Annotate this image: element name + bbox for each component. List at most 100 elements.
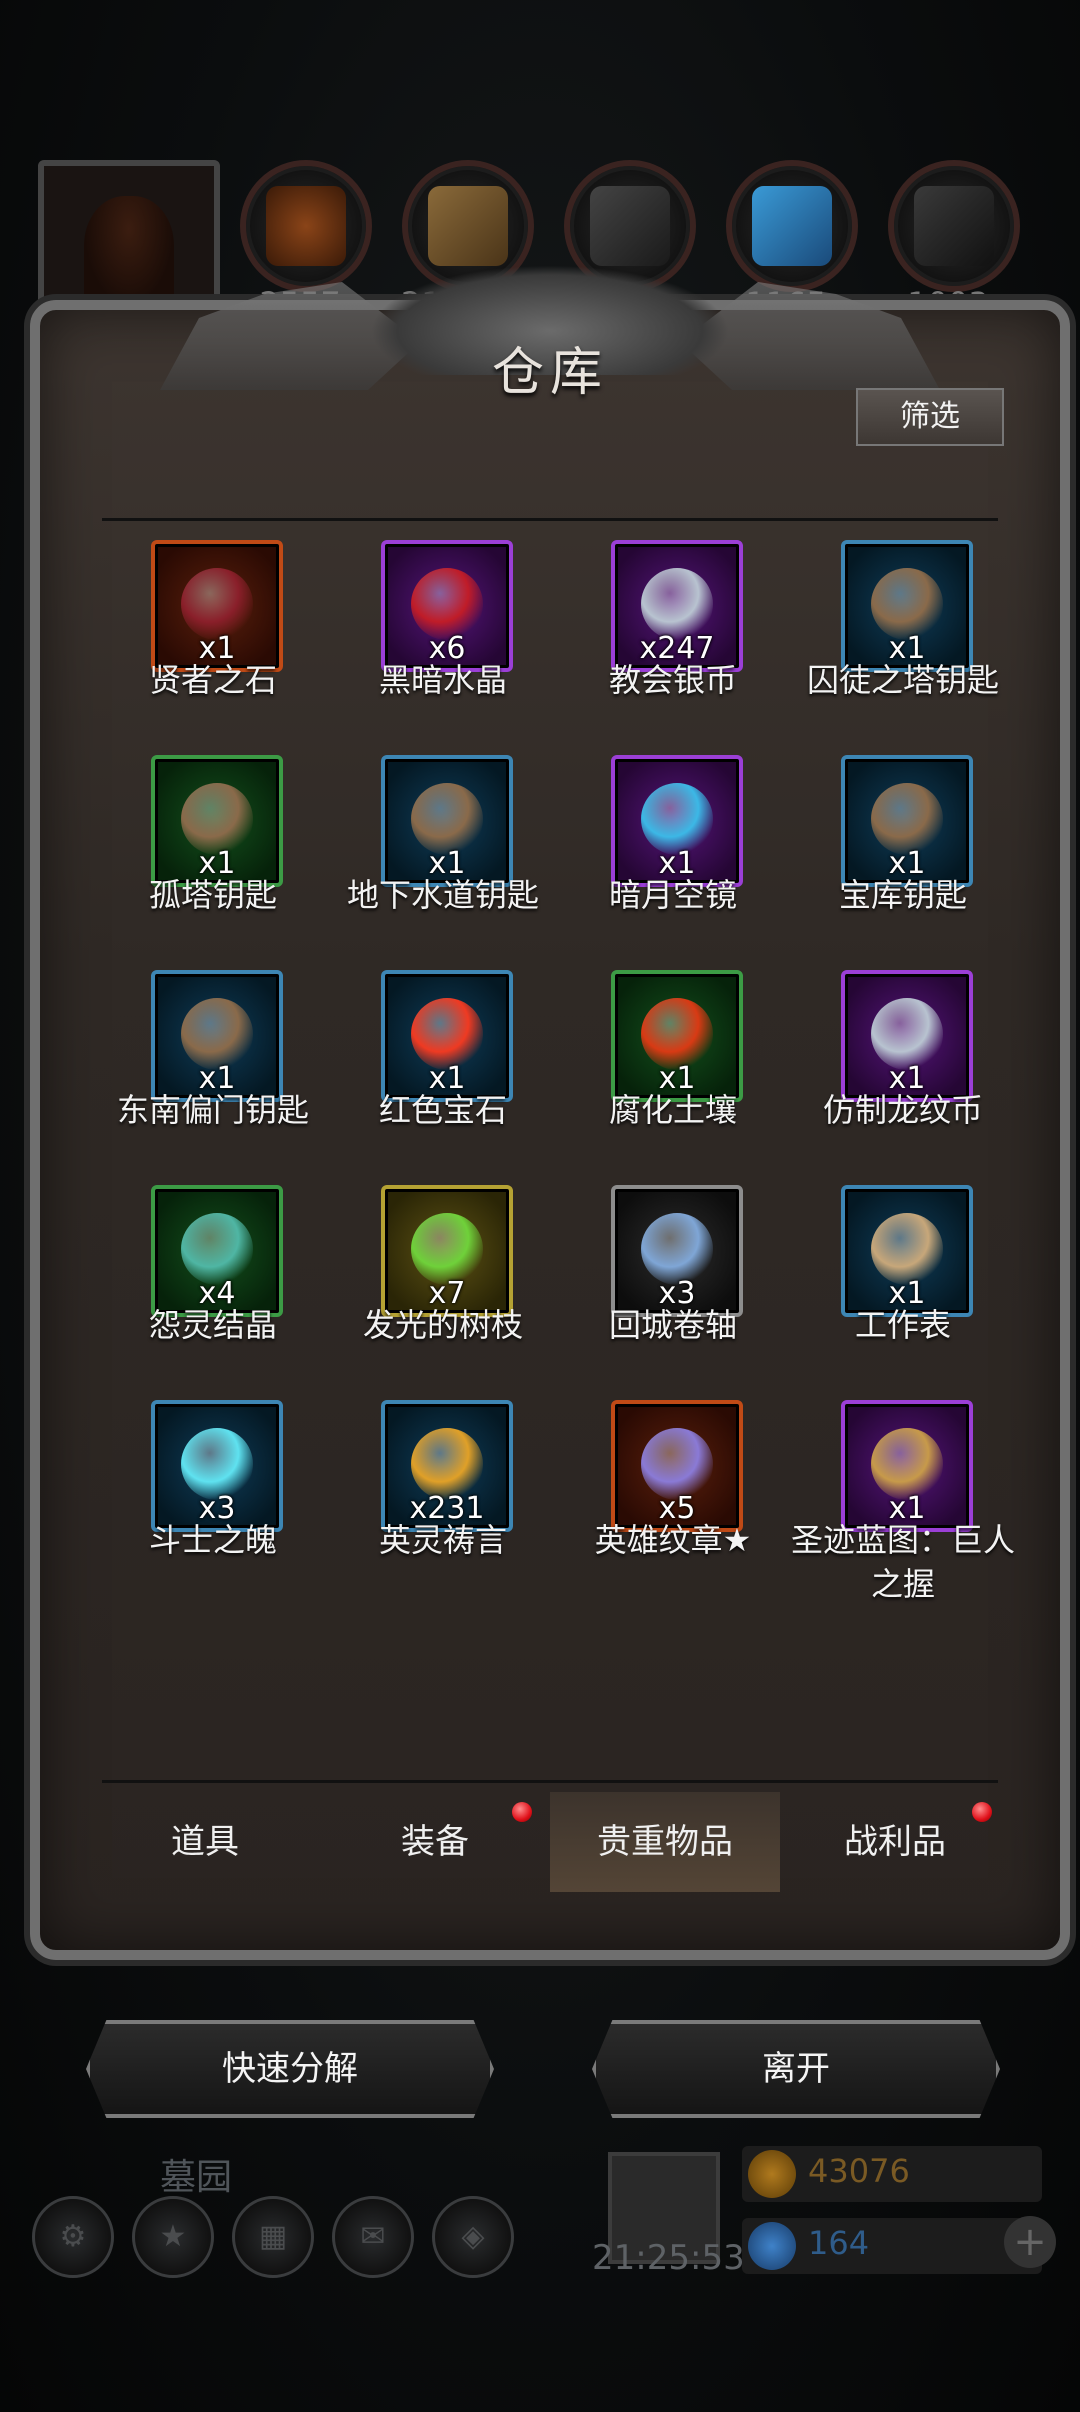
- silver-coin-icon: [641, 568, 713, 640]
- item-slot[interactable]: x3: [151, 1400, 283, 1532]
- soil-icon: [641, 998, 713, 1070]
- inventory-item[interactable]: x1 腐化土壤: [558, 970, 788, 1170]
- emblem-icon: [641, 1428, 713, 1500]
- timer: 21:25:53: [592, 2238, 745, 2278]
- item-slot[interactable]: x1: [841, 755, 973, 887]
- add-currency-icon[interactable]: +: [1004, 2216, 1056, 2268]
- item-slot[interactable]: x7: [381, 1185, 513, 1317]
- gold-counter: 43076: [742, 2146, 1042, 2202]
- item-slot[interactable]: x1: [381, 970, 513, 1102]
- tab-3[interactable]: 战利品: [780, 1792, 1010, 1892]
- quick-decompose-button[interactable]: 快速分解: [86, 2020, 494, 2118]
- crystal-shard-icon: [181, 1213, 253, 1285]
- item-slot[interactable]: x1: [151, 540, 283, 672]
- notification-dot: [972, 1802, 992, 1822]
- inventory-item[interactable]: x7 发光的树枝: [328, 1185, 558, 1385]
- item-name: 圣迹蓝图：巨人之握: [790, 1521, 1015, 1603]
- inventory-item[interactable]: x1 孤塔钥匙: [98, 755, 328, 955]
- inventory-item[interactable]: x1 红色宝石: [328, 970, 558, 1170]
- tab-label: 战利品: [844, 1822, 946, 1862]
- gold-orb-icon: [411, 1428, 483, 1500]
- item-name: 英雄纹章★: [594, 1521, 752, 1559]
- key-icon: [181, 783, 253, 855]
- inventory-item[interactable]: x4 怨灵结晶: [98, 1185, 328, 1385]
- paper-icon: [871, 1213, 943, 1285]
- item-name: 工作表: [854, 1306, 951, 1344]
- tab-label: 贵重物品: [597, 1822, 733, 1862]
- item-slot[interactable]: x1: [151, 970, 283, 1102]
- tab-label: 装备: [401, 1822, 469, 1862]
- inventory-item[interactable]: x1 宝库钥匙: [788, 755, 1018, 955]
- notification-dot: [512, 1802, 532, 1822]
- branch-icon: [411, 1213, 483, 1285]
- portal-icon: [641, 1213, 713, 1285]
- key-icon: [181, 998, 253, 1070]
- inventory-item[interactable]: x1 东南偏门钥匙: [98, 970, 328, 1170]
- inventory-item[interactable]: x1 暗月空镜: [558, 755, 788, 955]
- leave-button[interactable]: 离开: [592, 2020, 1000, 2118]
- item-name: 仿制龙纹币: [822, 1091, 983, 1129]
- inventory-item[interactable]: x231 英灵祷言: [328, 1400, 558, 1600]
- divider: [102, 1780, 998, 1783]
- tab-label: 道具: [171, 1822, 239, 1862]
- area-name: 墓园: [160, 2157, 233, 2198]
- tab-2[interactable]: 贵重物品: [550, 1792, 780, 1892]
- soul-icon: [181, 1428, 253, 1500]
- dark-crystal-icon: [411, 568, 483, 640]
- gem-counter: 164: [742, 2218, 1042, 2274]
- gem-value: 164: [808, 2224, 870, 2262]
- map-icon[interactable]: ▦: [232, 2196, 314, 2278]
- item-slot[interactable]: x1: [841, 540, 973, 672]
- inventory-item[interactable]: x3 斗士之魄: [98, 1400, 328, 1600]
- item-slot[interactable]: x1: [611, 970, 743, 1102]
- inventory-item[interactable]: x247 教会银币: [558, 540, 788, 740]
- item-slot[interactable]: x3: [611, 1185, 743, 1317]
- tab-bar: 道具 装备 贵重物品 战利品: [90, 1792, 1010, 1892]
- inventory-item[interactable]: x1 工作表: [788, 1185, 1018, 1385]
- inventory-item[interactable]: x1 仿制龙纹币: [788, 970, 1018, 1170]
- item-slot[interactable]: x1: [841, 970, 973, 1102]
- tab-0[interactable]: 道具: [90, 1792, 320, 1892]
- inventory-item[interactable]: x6 黑暗水晶: [328, 540, 558, 740]
- tab-1[interactable]: 装备: [320, 1792, 550, 1892]
- key-icon: [871, 568, 943, 640]
- red-gem-icon: [411, 998, 483, 1070]
- inventory-item[interactable]: x1 贤者之石: [98, 540, 328, 740]
- scroll-icon: [871, 1428, 943, 1500]
- warehouse-panel: 仓库 筛选 x1 贤者之石 x6 黑暗水晶 x247 教会银币 x1 囚徒之塔钥匙 x1 孤塔钥匙…: [30, 265, 1070, 1960]
- key-icon: [871, 783, 943, 855]
- item-slot[interactable]: x1: [151, 755, 283, 887]
- item-slot[interactable]: x5: [611, 1400, 743, 1532]
- inventory-item[interactable]: x1 囚徒之塔钥匙: [788, 540, 1018, 740]
- silver-coin-icon: [871, 998, 943, 1070]
- blue-gem-icon: [748, 2222, 796, 2270]
- mirror-icon: [641, 783, 713, 855]
- divider: [102, 518, 998, 521]
- inventory-item[interactable]: x3 回城卷轴: [558, 1185, 788, 1385]
- filter-button[interactable]: 筛选: [856, 388, 1004, 446]
- ore-resource-icon: [240, 160, 372, 292]
- sage-stone-icon: [181, 568, 253, 640]
- item-slot[interactable]: x247: [611, 540, 743, 672]
- item-slot[interactable]: x1: [841, 1400, 973, 1532]
- inventory-item[interactable]: x5 英雄纹章★: [558, 1400, 788, 1600]
- settings-icon[interactable]: ⚙: [32, 2196, 114, 2278]
- item-name: 囚徒之塔钥匙: [806, 661, 999, 699]
- key-icon: [411, 783, 483, 855]
- achievement-icon[interactable]: ★: [132, 2196, 214, 2278]
- bag-icon[interactable]: ◈: [432, 2196, 514, 2278]
- item-slot[interactable]: x6: [381, 540, 513, 672]
- mail-icon[interactable]: ✉: [332, 2196, 414, 2278]
- item-slot[interactable]: x1: [381, 755, 513, 887]
- item-name: 宝库钥匙: [838, 876, 967, 914]
- item-slot[interactable]: x1: [841, 1185, 973, 1317]
- gold-value: 43076: [808, 2152, 910, 2190]
- inventory-item[interactable]: x1 圣迹蓝图：巨人之握: [788, 1400, 1018, 1603]
- stone-resource-icon: [888, 160, 1020, 292]
- item-slot[interactable]: x4: [151, 1185, 283, 1317]
- item-slot[interactable]: x1: [611, 755, 743, 887]
- crystal-resource-icon: [726, 160, 858, 292]
- inventory-item[interactable]: x1 地下水道钥匙: [328, 755, 558, 955]
- gold-coin-icon: [748, 2150, 796, 2198]
- item-slot[interactable]: x231: [381, 1400, 513, 1532]
